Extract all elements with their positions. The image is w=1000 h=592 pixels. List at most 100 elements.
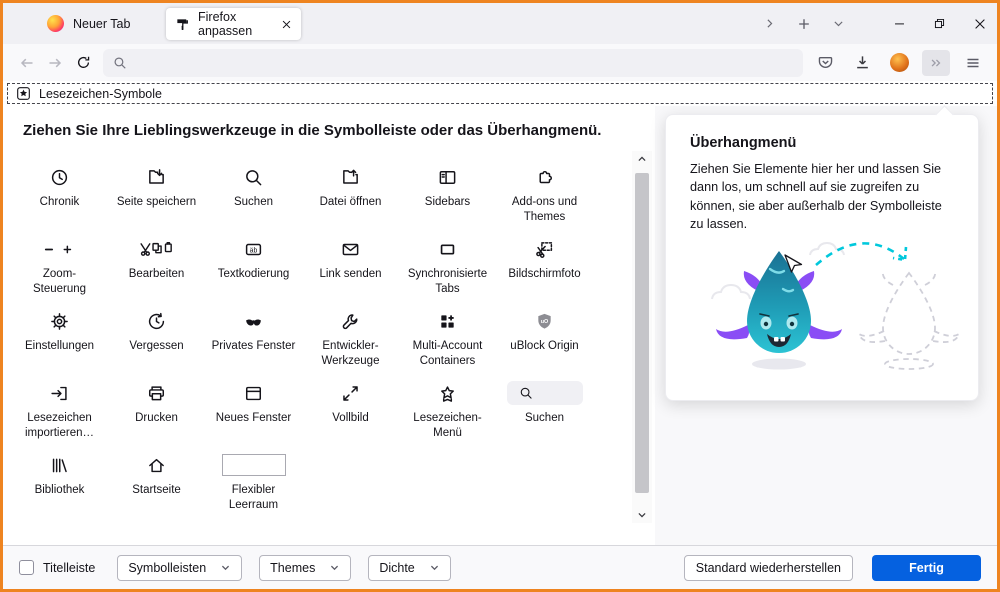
palette-item-label: Link senden [319, 268, 382, 280]
palette-item-seite-speichern[interactable]: Seite speichern [108, 154, 205, 226]
palette-item-link-senden[interactable]: Link senden [302, 226, 399, 298]
palette-item-label: Sidebars [424, 196, 471, 208]
svg-text:äb: äb [250, 247, 258, 254]
minimize-icon[interactable] [893, 17, 906, 30]
text-encoding-icon: äb [244, 234, 263, 264]
svg-text:uO: uO [541, 318, 549, 324]
palette-item-label: Bildschirmfoto [508, 268, 581, 280]
palette-item-suchleiste[interactable]: Suchen [496, 370, 593, 442]
palette-item-multi-account-containers[interactable]: Multi-Account Containers [399, 298, 496, 370]
reload-icon[interactable] [69, 49, 97, 77]
palette-item-lesezeichen-menue[interactable]: Lesezeichen-Menü [399, 370, 496, 442]
palette-item-vollbild[interactable]: Vollbild [302, 370, 399, 442]
firefox-logo-icon [47, 15, 64, 32]
palette-item-label: Bibliothek [34, 484, 85, 496]
save-page-icon [147, 162, 166, 192]
private-window-icon [243, 306, 264, 336]
palette-item-label: Lesezeichen importieren… [24, 412, 95, 439]
search-widget-icon [506, 378, 583, 408]
restore-defaults-button[interactable]: Standard wiederherstellen [683, 554, 853, 581]
palette-item-label: uBlock Origin [510, 340, 579, 352]
palette-item-einstellungen[interactable]: Einstellungen [11, 298, 108, 370]
list-tabs-chevron-down-icon[interactable] [832, 17, 845, 30]
edit-icon [139, 234, 174, 264]
titlebar-checkbox-label: Titelleiste [43, 560, 96, 575]
url-bar[interactable] [103, 48, 803, 77]
palette-item-addons-themes[interactable]: Add-ons und Themes [496, 154, 593, 226]
titlebar-checkbox[interactable] [19, 560, 34, 575]
palette-item-privates-fenster[interactable]: Privates Fenster [205, 298, 302, 370]
themes-dropdown[interactable]: Themes [259, 554, 352, 581]
palette-item-datei-oeffnen[interactable]: Datei öffnen [302, 154, 399, 226]
palette-item-label: Add-ons und Themes [511, 196, 578, 223]
palette-item-vergessen[interactable]: Vergessen [108, 298, 205, 370]
palette-item-label: Vollbild [332, 412, 369, 424]
tab-close-icon[interactable] [281, 19, 292, 30]
palette-item-label: Flexibler Leerraum [228, 484, 279, 511]
overflow-menu-panel[interactable]: Überhangmenü Ziehen Sie Elemente hier he… [665, 105, 979, 401]
synced-tabs-icon [438, 234, 457, 264]
palette-item-bildschirmfoto[interactable]: Bildschirmfoto [496, 226, 593, 298]
palette-item-entwickler-werkzeuge[interactable]: Entwickler-Werkzeuge [302, 298, 399, 370]
palette-item-suchen[interactable]: Suchen [205, 154, 302, 226]
palette-item-drucken[interactable]: Drucken [108, 370, 205, 442]
bookmarks-toolbar: Lesezeichen-Symbole [3, 81, 997, 106]
sidebars-icon [438, 162, 457, 192]
drop-monster-drag-illustration [682, 233, 964, 385]
palette-item-bearbeiten[interactable]: Bearbeiten [108, 226, 205, 298]
new-tab-plus-icon[interactable] [797, 17, 811, 31]
palette-item-synchronisierte-tabs[interactable]: Synchronisierte Tabs [399, 226, 496, 298]
downloads-icon[interactable] [848, 49, 876, 77]
scroll-down-icon[interactable] [632, 507, 652, 523]
chevron-down-icon [222, 565, 230, 571]
menu-hamburger-icon[interactable] [959, 49, 987, 77]
palette-item-flexibler-leerraum[interactable]: Flexibler Leerraum [205, 442, 302, 514]
customize-footer: Titelleiste Symbolleisten Themes Dichte … [3, 545, 997, 589]
density-dropdown[interactable]: Dichte [368, 554, 451, 581]
palette-item-sidebars[interactable]: Sidebars [399, 154, 496, 226]
scrollbar-thumb[interactable] [635, 173, 649, 493]
tab-firefox-anpassen[interactable]: Firefox anpassen [166, 8, 301, 40]
palette-item-startseite[interactable]: Startseite [108, 442, 205, 514]
palette-item-label: Suchen [524, 412, 564, 424]
restore-icon[interactable] [933, 17, 946, 30]
account-avatar[interactable] [885, 49, 913, 77]
palette-item-label: Chronik [39, 196, 80, 208]
palette-item-bibliothek[interactable]: Bibliothek [11, 442, 108, 514]
palette-item-label: Neues Fenster [215, 412, 292, 424]
palette-item-label: Seite speichern [116, 196, 197, 208]
forward-icon[interactable] [41, 49, 69, 77]
firefox-window: Neuer Tab Firefox anpassen Lesezeichen-S… [0, 0, 1000, 592]
nav-toolbar [3, 44, 997, 81]
palette-item-ublock-origin[interactable]: uO uBlock Origin [496, 298, 593, 370]
palette-item-label: Vergessen [129, 340, 184, 352]
palette-item-label: Bearbeiten [128, 268, 185, 280]
pocket-icon[interactable] [811, 49, 839, 77]
customize-paint-roller-icon [175, 17, 190, 32]
addons-icon [535, 162, 554, 192]
scroll-tabs-right-icon[interactable] [763, 17, 776, 30]
bookmark-star-box-icon [16, 86, 31, 101]
settings-icon [50, 306, 69, 336]
send-link-icon [341, 234, 360, 264]
close-icon[interactable] [973, 17, 987, 31]
palette-item-lesezeichen-importieren[interactable]: Lesezeichen importieren… [11, 370, 108, 442]
palette-item-label: Datei öffnen [319, 196, 382, 208]
palette-item-label: Synchronisierte Tabs [407, 268, 488, 295]
toolbars-dropdown[interactable]: Symbolleisten [117, 554, 243, 581]
done-button[interactable]: Fertig [872, 554, 981, 581]
palette-item-textkodierung[interactable]: äb Textkodierung [205, 226, 302, 298]
palette-item-chronik[interactable]: Chronik [11, 154, 108, 226]
back-icon[interactable] [13, 49, 41, 77]
palette-item-zoom-steuerung[interactable]: Zoom-Steuerung [11, 226, 108, 298]
scroll-up-icon[interactable] [632, 151, 652, 167]
scrollbar[interactable] [632, 151, 652, 523]
tab-label: Neuer Tab [73, 16, 131, 31]
palette-item-neues-fenster[interactable]: Neues Fenster [205, 370, 302, 442]
forget-icon [147, 306, 166, 336]
search-icon [244, 162, 263, 192]
tab-neuer-tab[interactable]: Neuer Tab [47, 3, 130, 44]
overflow-chevrons-icon[interactable] [922, 49, 950, 76]
bookmarks-drop-target[interactable]: Lesezeichen-Symbole [7, 83, 993, 104]
palette-item-label: Multi-Account Containers [412, 340, 483, 367]
